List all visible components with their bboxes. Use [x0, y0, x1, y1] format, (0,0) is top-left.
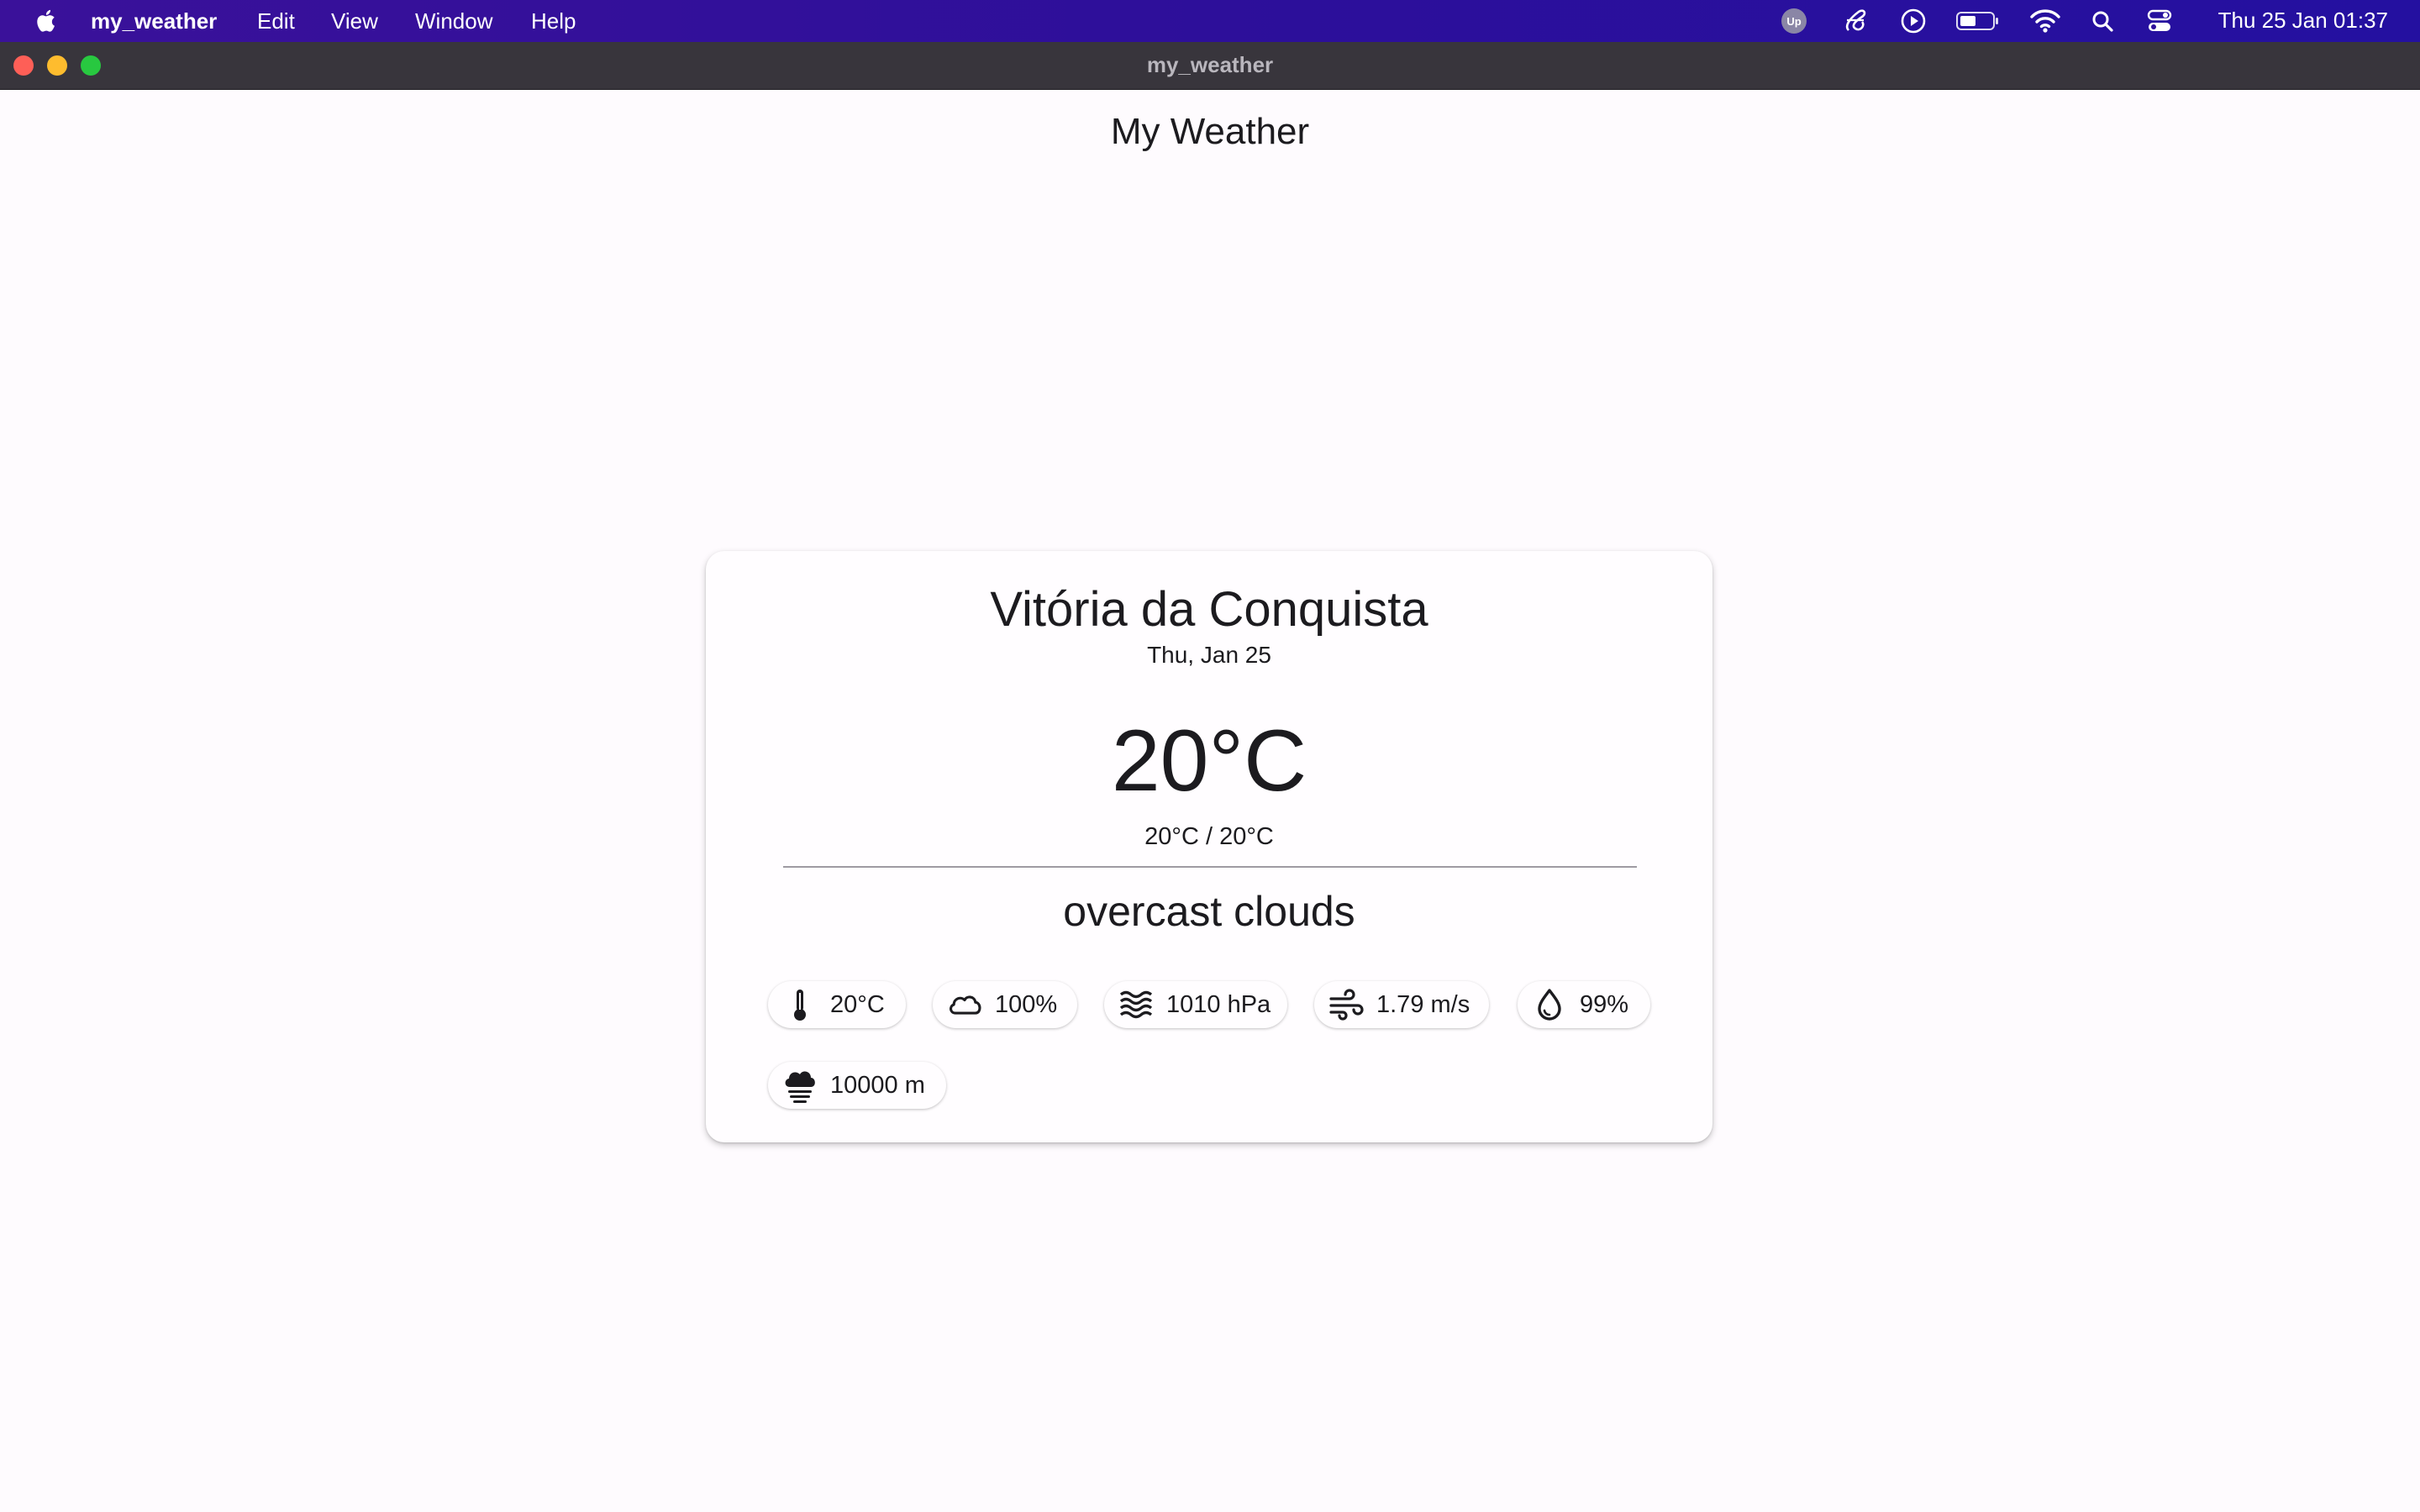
waves-icon — [1118, 986, 1155, 1023]
detail-value: 100% — [995, 990, 1058, 1018]
detail-chip-temperature: 20°C — [768, 981, 906, 1028]
menu-view[interactable]: View — [331, 8, 378, 34]
thermometer-icon — [781, 986, 818, 1023]
menu-bar: my_weather Edit View Window Help Up Thu … — [0, 0, 2420, 42]
divider — [783, 866, 1637, 868]
weather-date: Thu, Jan 25 — [1147, 642, 1271, 668]
detail-chip-visibility: 10000 m — [768, 1062, 946, 1109]
detail-chip-humidity: 99% — [1518, 981, 1650, 1028]
current-temperature: 20°C — [1111, 712, 1307, 810]
detail-chip-cloudiness: 100% — [933, 981, 1077, 1028]
window-titlebar: my_weather — [0, 42, 2420, 90]
menu-window[interactable]: Window — [415, 8, 492, 34]
city-name: Vitória da Conquista — [990, 582, 1428, 637]
foggy-icon — [781, 1067, 818, 1104]
weather-condition: overcast clouds — [1063, 888, 1355, 935]
detail-chip-wind: 1.79 m/s — [1314, 981, 1489, 1028]
page-title: My Weather — [1110, 111, 1310, 152]
script-icon[interactable] — [1840, 0, 1870, 42]
svg-text:Up: Up — [1786, 15, 1801, 28]
water-drop-icon — [1531, 986, 1568, 1023]
weather-card: Vitória da Conquista Thu, Jan 25 20°C 20… — [706, 551, 1712, 1142]
apple-icon[interactable] — [34, 8, 60, 34]
control-center-icon[interactable] — [2144, 0, 2175, 42]
min-max-temperature: 20°C / 20°C — [1144, 823, 1274, 850]
detail-value: 99% — [1580, 990, 1629, 1018]
wifi-icon[interactable] — [2028, 0, 2062, 42]
upwork-icon[interactable]: Up — [1780, 0, 1808, 42]
search-icon[interactable] — [2089, 0, 2116, 42]
menu-help[interactable]: Help — [531, 8, 576, 34]
window-title: my_weather — [1146, 52, 1274, 77]
battery-icon[interactable] — [1954, 0, 2002, 42]
menu-clock[interactable]: Thu 25 Jan 01:37 — [2218, 0, 2388, 40]
wind-icon — [1328, 986, 1365, 1023]
detail-value: 1.79 m/s — [1376, 990, 1470, 1018]
detail-value: 10000 m — [830, 1071, 925, 1099]
play-circle-icon[interactable] — [1899, 0, 1928, 42]
detail-value: 1010 hPa — [1166, 990, 1271, 1018]
menu-edit[interactable]: Edit — [257, 8, 295, 34]
cloud-icon — [946, 986, 983, 1023]
detail-value: 20°C — [830, 990, 885, 1018]
detail-chip-pressure: 1010 hPa — [1104, 981, 1287, 1028]
menu-app-name[interactable]: my_weather — [91, 8, 217, 34]
